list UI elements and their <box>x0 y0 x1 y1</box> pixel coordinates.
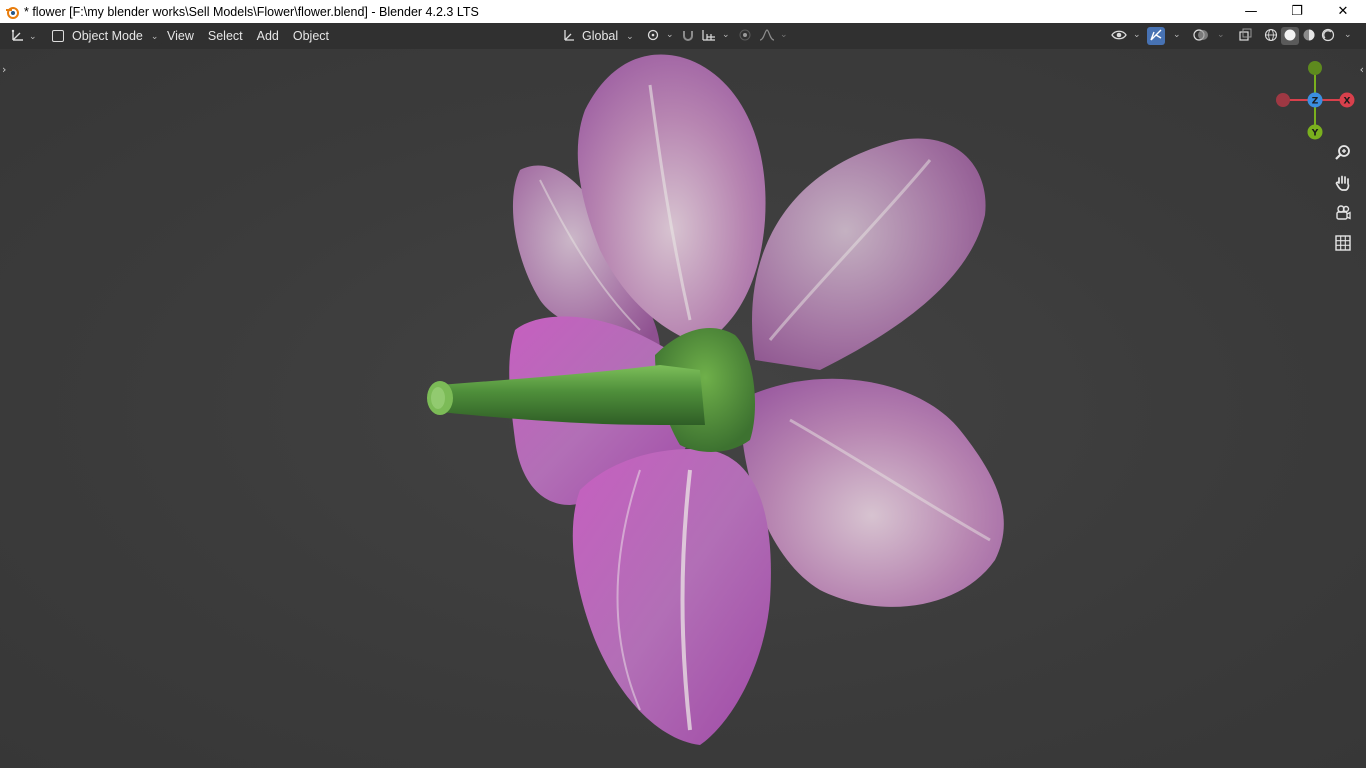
rendered-sphere-icon <box>1321 28 1335 45</box>
mode-label: Object Mode <box>72 29 143 43</box>
wireframe-shading-button[interactable] <box>1262 27 1280 45</box>
chevron-down-icon: ⌄ <box>722 30 730 40</box>
magnet-icon <box>681 28 695 45</box>
falloff-curve-icon <box>759 28 775 45</box>
perspective-toggle-button[interactable] <box>1330 232 1356 258</box>
navigation-gizmo[interactable]: X Y Z <box>1266 57 1366 157</box>
menu-select[interactable]: Select <box>201 29 250 43</box>
visibility-button[interactable] <box>1110 27 1128 45</box>
gizmo-y-negative-handle[interactable] <box>1308 61 1322 75</box>
chevron-down-icon: ⌄ <box>1344 30 1352 40</box>
close-button[interactable]: ✕ <box>1320 0 1366 23</box>
menu-object[interactable]: Object <box>286 29 336 43</box>
snap-grid-icon <box>701 28 717 45</box>
chevron-down-icon: ⌄ <box>626 30 634 41</box>
material-preview-button[interactable] <box>1300 27 1318 45</box>
grid-icon <box>1334 234 1352 256</box>
eye-icon <box>1111 28 1127 45</box>
snap-target-button[interactable] <box>700 27 718 45</box>
xray-toggle-button[interactable] <box>1236 27 1254 45</box>
falloff-button[interactable] <box>758 27 776 45</box>
restore-button[interactable]: ❐ <box>1274 0 1320 23</box>
hand-icon <box>1334 174 1352 196</box>
editor-type-button[interactable]: ⌄ <box>10 26 37 46</box>
window-title: * flower [F:\my blender works\Sell Model… <box>24 4 479 19</box>
pan-button[interactable] <box>1330 172 1356 198</box>
orientation-icon <box>562 28 576 45</box>
blender-logo-icon <box>4 4 20 20</box>
orientation-label: Global <box>582 29 619 43</box>
transform-orientation-dropdown[interactable]: Global ⌄ <box>558 26 638 46</box>
gizmo-toggle-button[interactable] <box>1147 27 1165 45</box>
chevron-down-icon: ⌄ <box>29 30 37 41</box>
axis-icon <box>10 28 26 45</box>
proportional-edit-icon <box>738 28 752 45</box>
menu-add[interactable]: Add <box>250 29 286 43</box>
chevron-down-icon: ⌄ <box>1173 30 1181 40</box>
chevron-down-icon: ⌄ <box>666 30 674 40</box>
chevron-down-icon: ⌄ <box>150 30 159 41</box>
xray-icon <box>1238 28 1252 45</box>
gizmo-icon <box>1149 28 1163 45</box>
magnifier-plus-icon <box>1334 144 1352 166</box>
mode-dropdown[interactable]: Object Mode ⌄ <box>48 26 163 46</box>
proportional-editing-button[interactable] <box>736 27 754 45</box>
pivot-point-button[interactable] <box>645 27 663 45</box>
pivot-icon <box>646 28 662 45</box>
flower-model[interactable] <box>0 49 1366 768</box>
chevron-down-icon: ⌄ <box>780 30 788 40</box>
gizmo-x-label: X <box>1344 97 1351 107</box>
camera-icon <box>1334 204 1352 226</box>
material-sphere-icon <box>1302 28 1316 45</box>
3d-viewport[interactable]: › ‹ X Y Z <box>0 49 1366 768</box>
minimize-button[interactable]: — <box>1228 0 1274 23</box>
chevron-down-icon: ⌄ <box>1133 30 1141 40</box>
camera-view-button[interactable] <box>1330 202 1356 228</box>
chevron-down-icon: ⌄ <box>1217 30 1225 40</box>
overlay-icon <box>1193 28 1209 45</box>
snap-toggle-button[interactable] <box>679 27 697 45</box>
solid-shading-button[interactable] <box>1281 27 1299 45</box>
viewport-header: ⌄ Object Mode ⌄ View Select Add Object G… <box>0 23 1366 49</box>
gizmo-z-label: Z <box>1312 97 1319 107</box>
overlays-button[interactable] <box>1192 27 1210 45</box>
gizmo-y-label: Y <box>1311 129 1319 139</box>
wireframe-sphere-icon <box>1264 28 1278 45</box>
header-menus: View Select Add Object <box>160 26 336 46</box>
solid-sphere-icon <box>1283 28 1297 45</box>
zoom-button[interactable] <box>1330 142 1356 168</box>
rendered-shading-button[interactable] <box>1319 27 1337 45</box>
object-mode-icon <box>52 30 64 42</box>
window-titlebar: * flower [F:\my blender works\Sell Model… <box>0 0 1366 23</box>
gizmo-x-negative-handle[interactable] <box>1276 93 1290 107</box>
menu-view[interactable]: View <box>160 29 201 43</box>
